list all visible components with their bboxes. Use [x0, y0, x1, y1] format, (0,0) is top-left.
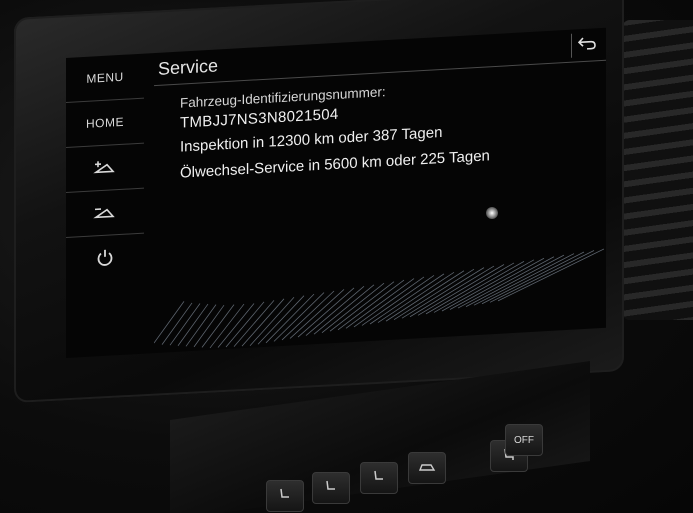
seat-vent-icon [371, 469, 387, 488]
menu-button[interactable]: MENU [66, 53, 144, 103]
photo-scene: MENU HOME Service Fahrzeug-Identifizieru… [0, 0, 693, 513]
air-vent [622, 20, 693, 320]
off-button[interactable]: OFF [505, 424, 543, 456]
seat-adjust-icon [323, 479, 339, 498]
page-title: Service [158, 55, 219, 79]
brightness-down-icon [93, 205, 117, 220]
back-button[interactable] [571, 32, 602, 58]
infotainment-display: MENU HOME Service Fahrzeug-Identifizieru… [66, 27, 606, 358]
seat-heat-left-button[interactable] [266, 480, 304, 512]
seat-vent-button[interactable] [360, 462, 398, 494]
home-button[interactable]: HOME [66, 98, 144, 148]
seat-heat-left-icon [277, 487, 293, 506]
back-arrow-icon [577, 35, 596, 55]
power-icon [96, 248, 114, 267]
brightness-up-icon [93, 160, 117, 175]
seat-adjust-button[interactable] [312, 472, 350, 504]
brightness-down-button[interactable] [66, 188, 144, 238]
service-screen: Service Fahrzeug-Identifizierungsnummer:… [154, 27, 606, 353]
home-button-label: HOME [86, 114, 124, 131]
brightness-up-button[interactable] [66, 143, 144, 193]
menu-button-label: MENU [86, 69, 124, 86]
light-reflection [486, 207, 498, 219]
decorative-wave-lines [154, 248, 604, 349]
off-label: OFF [514, 434, 534, 446]
car-icon [418, 461, 436, 476]
car-icon-button[interactable] [408, 452, 446, 484]
hardkey-column: MENU HOME [66, 53, 144, 358]
power-button[interactable] [66, 234, 144, 282]
